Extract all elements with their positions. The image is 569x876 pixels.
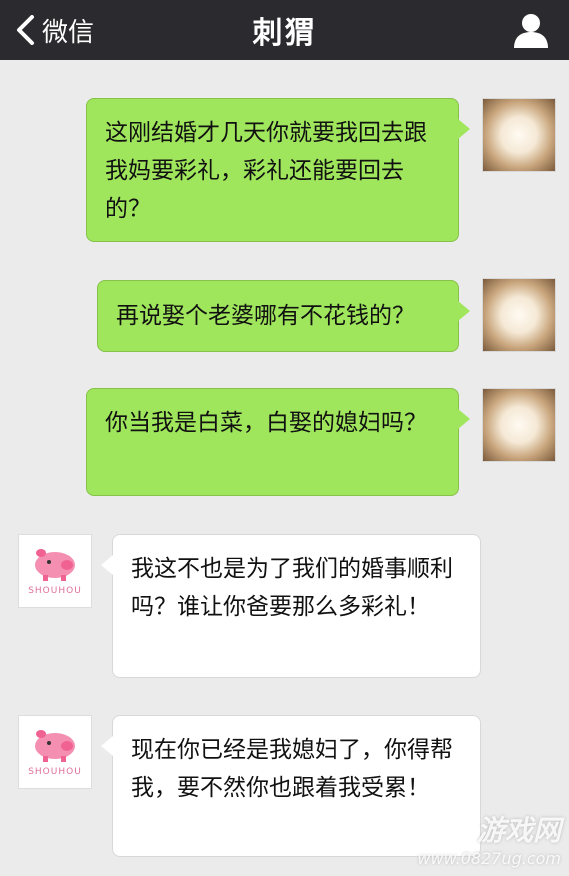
pink-pig-icon — [35, 549, 75, 581]
my-avatar[interactable] — [482, 388, 556, 462]
message-text: 现在你已经是我媳妇了，你得帮我，要不然你也跟着我受累！ — [131, 737, 453, 801]
message-text: 再说娶个老婆哪有不花钱的？ — [116, 303, 415, 329]
profile-button[interactable] — [511, 10, 551, 50]
avatar-caption: SHOUHOU — [28, 767, 82, 777]
message-text: 这刚结婚才几天你就要我回去跟我妈要彩礼，彩礼还能要回去的？ — [105, 120, 427, 222]
pink-pig-icon — [35, 730, 75, 762]
chat-area[interactable]: 这刚结婚才几天你就要我回去跟我妈要彩礼，彩礼还能要回去的？ 再说娶个老婆哪有不花… — [0, 60, 569, 876]
message-text: 你当我是白菜，白娶的媳妇吗？ — [105, 410, 427, 436]
message-text: 我这不也是为了我们的婚事顺利吗？谁让你爸要那么多彩礼！ — [131, 556, 453, 620]
message-bubble-sent[interactable]: 这刚结婚才几天你就要我回去跟我妈要彩礼，彩礼还能要回去的？ — [86, 98, 470, 242]
message-bubble-sent[interactable]: 你当我是白菜，白娶的媳妇吗？ — [86, 388, 470, 496]
my-avatar[interactable] — [482, 278, 556, 352]
avatar-caption: SHOUHOU — [28, 586, 82, 596]
person-icon — [514, 14, 548, 48]
contact-avatar[interactable]: SHOUHOU — [18, 715, 92, 789]
top-bar: 微信 刺猬 — [0, 0, 569, 60]
my-avatar[interactable] — [482, 98, 556, 172]
watermark-logo: 游戏网 — [476, 814, 561, 847]
watermark-url: www.0827ug.com — [417, 849, 561, 868]
contact-avatar[interactable]: SHOUHOU — [18, 534, 92, 608]
message-bubble-received[interactable]: 我这不也是为了我们的婚事顺利吗？谁让你爸要那么多彩礼！ — [101, 534, 481, 678]
chat-title: 刺猬 — [252, 16, 317, 51]
message-bubble-sent[interactable]: 再说娶个老婆哪有不花钱的？ — [97, 280, 470, 352]
watermark: 游戏网 www.0827ug.com — [417, 809, 561, 868]
